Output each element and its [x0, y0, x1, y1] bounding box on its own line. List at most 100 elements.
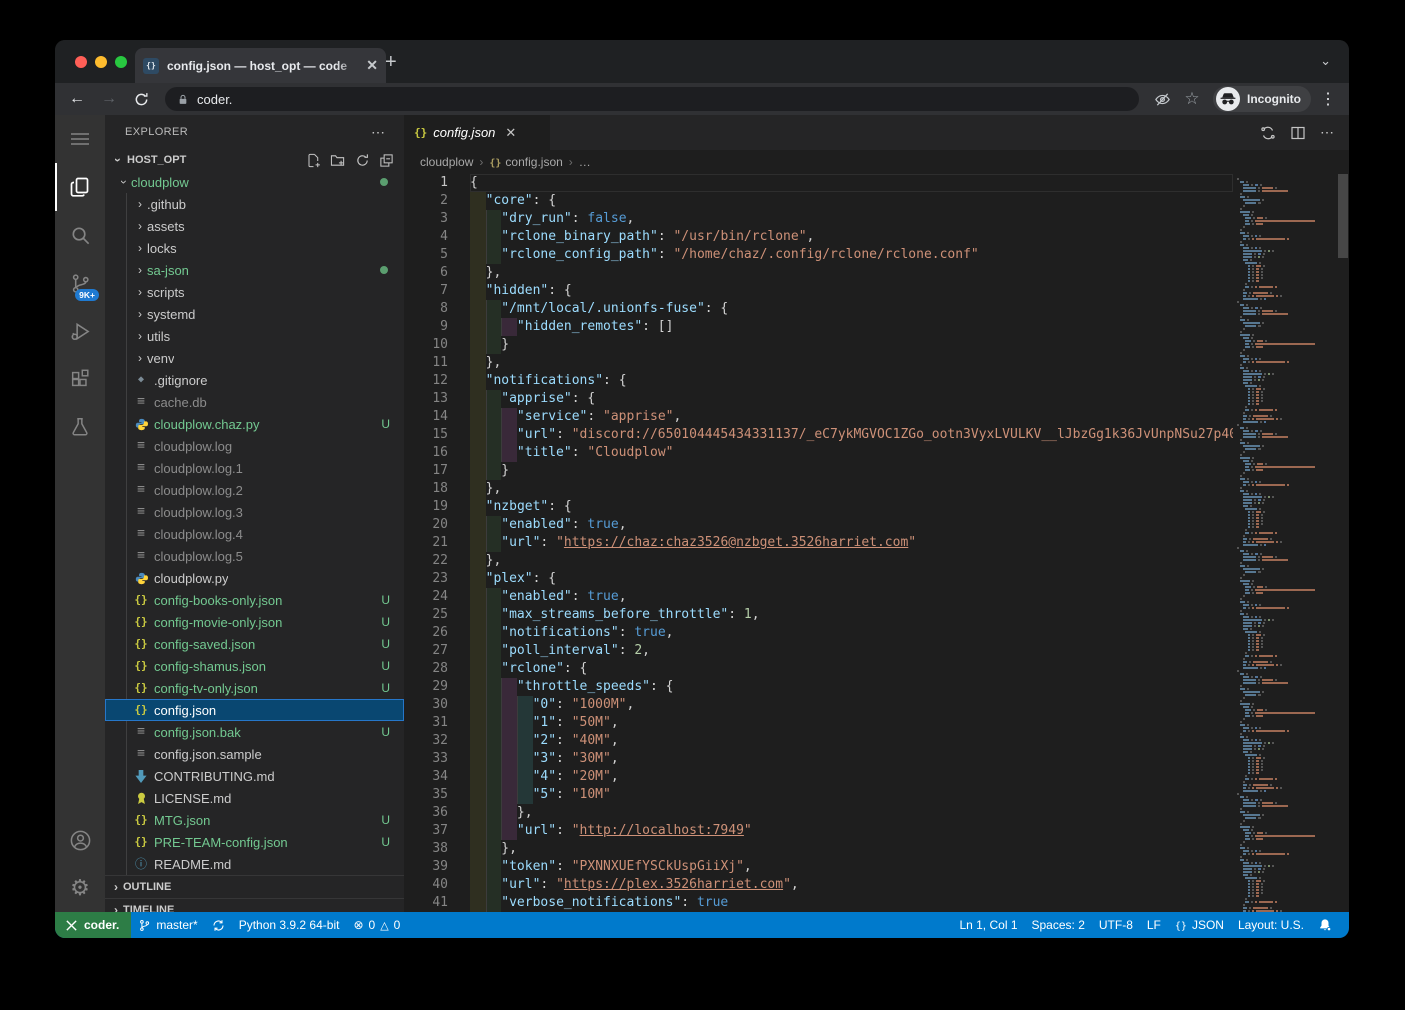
- tree-item-cloudplow-chaz-py[interactable]: cloudplow.chaz.pyU: [105, 413, 404, 435]
- code-line-11[interactable]: 11},: [404, 354, 1233, 372]
- run-debug-icon[interactable]: [55, 307, 105, 355]
- tree-item-cloudplow-log-3[interactable]: ≡cloudplow.log.3: [105, 501, 404, 523]
- code-line-23[interactable]: 23"plex": {: [404, 570, 1233, 588]
- code-line-31[interactable]: 31"1": "50M",: [404, 714, 1233, 732]
- tree-item-cloudplow-log-2[interactable]: ≡cloudplow.log.2: [105, 479, 404, 501]
- tree-item-systemd[interactable]: ›systemd: [105, 303, 404, 325]
- collapse-all-icon[interactable]: [379, 153, 394, 168]
- code-line-38[interactable]: 38},: [404, 840, 1233, 858]
- status-python-version[interactable]: Python 3.9.2 64-bit: [232, 912, 347, 938]
- reload-button[interactable]: [127, 85, 155, 113]
- tree-item-venv[interactable]: ›venv: [105, 347, 404, 369]
- tree-item-readme-md[interactable]: ⓘREADME.md: [105, 853, 404, 875]
- code-line-6[interactable]: 6},: [404, 264, 1233, 282]
- tree-item-config-books-only-json[interactable]: {}config-books-only.jsonU: [105, 589, 404, 611]
- tree-item-license-md[interactable]: LICENSE.md: [105, 787, 404, 809]
- explorer-icon[interactable]: [55, 163, 105, 211]
- timeline-section-header[interactable]: › TIMELINE: [105, 898, 404, 912]
- maximize-window-button[interactable]: [115, 56, 127, 68]
- tree-item-config-tv-only-json[interactable]: {}config-tv-only.jsonU: [105, 677, 404, 699]
- code-editor[interactable]: 1{2"core": {3"dry_run": false,4"rclone_b…: [404, 174, 1349, 912]
- code-line-2[interactable]: 2"core": {: [404, 192, 1233, 210]
- code-line-34[interactable]: 34"4": "20M",: [404, 768, 1233, 786]
- status-problems[interactable]: ⊗0△0: [346, 912, 407, 938]
- tree-item-cloudplow-log[interactable]: ≡cloudplow.log: [105, 435, 404, 457]
- outline-section-header[interactable]: › OUTLINE: [105, 875, 404, 898]
- code-line-10[interactable]: 10}: [404, 336, 1233, 354]
- code-line-30[interactable]: 30"0": "1000M",: [404, 696, 1233, 714]
- tree-item-scripts[interactable]: ›scripts: [105, 281, 404, 303]
- refresh-icon[interactable]: [355, 153, 370, 168]
- tree-item--gitignore[interactable]: ◆.gitignore: [105, 369, 404, 391]
- code-line-41[interactable]: 41"verbose_notifications": true: [404, 894, 1233, 912]
- code-line-28[interactable]: 28"rclone": {: [404, 660, 1233, 678]
- breadcrumb-item[interactable]: …: [579, 155, 591, 169]
- code-line-24[interactable]: 24"enabled": true,: [404, 588, 1233, 606]
- status-git-branch[interactable]: master*: [131, 912, 204, 938]
- code-line-17[interactable]: 17}: [404, 462, 1233, 480]
- code-line-29[interactable]: 29"throttle_speeds": {: [404, 678, 1233, 696]
- code-line-21[interactable]: 21"url": "https://chaz:chaz3526@nzbget.3…: [404, 534, 1233, 552]
- code-line-16[interactable]: 16"title": "Cloudplow": [404, 444, 1233, 462]
- code-line-4[interactable]: 4"rclone_binary_path": "/usr/bin/rclone"…: [404, 228, 1233, 246]
- workspace-section-header[interactable]: › HOST_OPT: [105, 149, 404, 171]
- code-line-37[interactable]: 37"url": "http://localhost:7949": [404, 822, 1233, 840]
- status-eol[interactable]: LF: [1140, 912, 1168, 938]
- extensions-icon[interactable]: [55, 355, 105, 403]
- tree-item-cache-db[interactable]: ≡cache.db: [105, 391, 404, 413]
- new-folder-icon[interactable]: [330, 153, 346, 168]
- code-line-18[interactable]: 18},: [404, 480, 1233, 498]
- minimap[interactable]: [1237, 178, 1337, 912]
- tree-item-cloudplow-log-4[interactable]: ≡cloudplow.log.4: [105, 523, 404, 545]
- code-line-8[interactable]: 8"/mnt/local/.unionfs-fuse": {: [404, 300, 1233, 318]
- tab-close-icon[interactable]: ✕: [366, 57, 378, 74]
- code-line-7[interactable]: 7"hidden": {: [404, 282, 1233, 300]
- split-editor-icon[interactable]: [1290, 125, 1306, 141]
- tree-item-contributing-md[interactable]: CONTRIBUTING.md: [105, 765, 404, 787]
- editor-tab-config-json[interactable]: {} config.json ✕: [404, 115, 550, 150]
- code-line-12[interactable]: 12"notifications": {: [404, 372, 1233, 390]
- tree-item-config-movie-only-json[interactable]: {}config-movie-only.jsonU: [105, 611, 404, 633]
- code-line-20[interactable]: 20"enabled": true,: [404, 516, 1233, 534]
- settings-gear-icon[interactable]: ⚙: [55, 864, 105, 912]
- code-line-19[interactable]: 19"nzbget": {: [404, 498, 1233, 516]
- code-line-13[interactable]: 13"apprise": {: [404, 390, 1233, 408]
- tree-item-config-shamus-json[interactable]: {}config-shamus.jsonU: [105, 655, 404, 677]
- tree-item-config-json-bak[interactable]: ≡config.json.bakU: [105, 721, 404, 743]
- accounts-icon[interactable]: [55, 816, 105, 864]
- status-encoding[interactable]: UTF-8: [1092, 912, 1140, 938]
- forward-button[interactable]: →: [95, 85, 123, 113]
- new-file-icon[interactable]: [306, 153, 321, 168]
- editor-scrollbar[interactable]: [1337, 174, 1349, 912]
- code-line-33[interactable]: 33"3": "30M",: [404, 750, 1233, 768]
- status-cursor-position[interactable]: Ln 1, Col 1: [952, 912, 1024, 938]
- code-line-1[interactable]: 1{: [404, 174, 1233, 192]
- browser-tab[interactable]: {} config.json — host_opt — code ✕: [135, 48, 386, 83]
- source-control-icon[interactable]: 9K+: [55, 259, 105, 307]
- tree-item-pre-team-config-json[interactable]: {}PRE-TEAM-config.jsonU: [105, 831, 404, 853]
- address-bar[interactable]: coder.: [165, 87, 1139, 111]
- breadcrumb-item[interactable]: cloudplow: [420, 155, 473, 169]
- minimize-window-button[interactable]: [95, 56, 107, 68]
- code-line-9[interactable]: 9"hidden_remotes": []: [404, 318, 1233, 336]
- browser-menu-icon[interactable]: ⋮: [1315, 86, 1341, 112]
- code-line-40[interactable]: 40"url": "https://plex.3526harriet.com",: [404, 876, 1233, 894]
- close-window-button[interactable]: [75, 56, 87, 68]
- tree-item-config-json[interactable]: {}config.json: [105, 699, 404, 721]
- tab-search-chevron-icon[interactable]: ⌄: [1320, 53, 1331, 69]
- tree-item-cloudplow-log-1[interactable]: ≡cloudplow.log.1: [105, 457, 404, 479]
- new-tab-button[interactable]: +: [385, 52, 397, 72]
- status-language-mode[interactable]: {}JSON: [1168, 912, 1231, 938]
- code-line-36[interactable]: 36},: [404, 804, 1233, 822]
- scrollbar-thumb[interactable]: [1338, 174, 1348, 258]
- menu-icon[interactable]: [55, 115, 105, 163]
- tree-item-cloudplow-log-5[interactable]: ≡cloudplow.log.5: [105, 545, 404, 567]
- tree-item-locks[interactable]: ›locks: [105, 237, 404, 259]
- status-sync-button[interactable]: [205, 912, 232, 938]
- tree-item-mtg-json[interactable]: {}MTG.jsonU: [105, 809, 404, 831]
- code-line-25[interactable]: 25"max_streams_before_throttle": 1,: [404, 606, 1233, 624]
- code-line-5[interactable]: 5"rclone_config_path": "/home/chaz/.conf…: [404, 246, 1233, 264]
- testing-icon[interactable]: [55, 403, 105, 451]
- status-remote-indicator[interactable]: coder.: [55, 912, 131, 938]
- code-line-39[interactable]: 39"token": "PXNNXUEfYSCkUspGiiXj",: [404, 858, 1233, 876]
